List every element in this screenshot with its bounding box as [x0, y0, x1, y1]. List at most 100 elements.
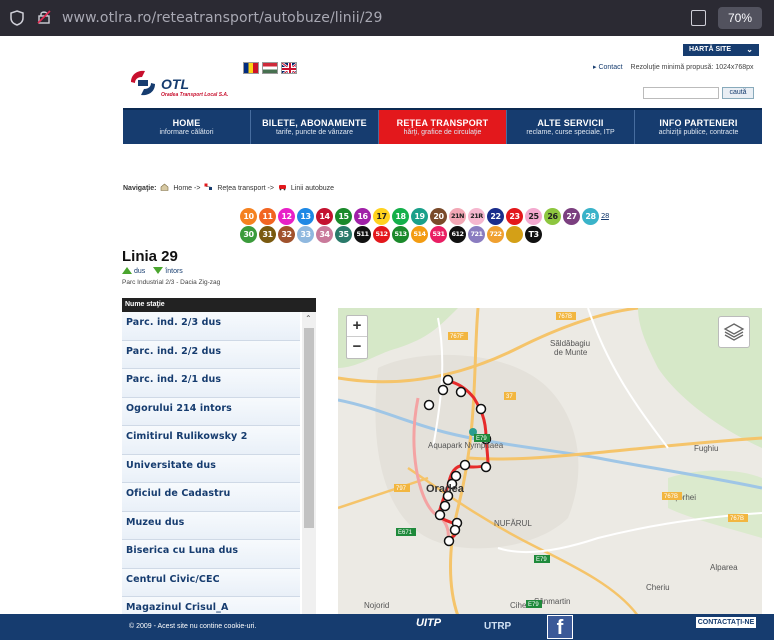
line-badge[interactable]: T3 [525, 226, 542, 243]
station-row[interactable]: Universitate dus [122, 454, 300, 483]
scroll-up-icon[interactable]: ⌃ [305, 314, 312, 323]
contact-us-button[interactable]: CONTACTAŢI-NE [696, 617, 756, 628]
utrp-logo[interactable]: UTRP [484, 621, 511, 632]
map-layers-button[interactable] [718, 316, 750, 348]
url-host: www.otlra.ro [62, 10, 152, 26]
map-road-label-text: 37 [506, 394, 513, 400]
line-badge[interactable]: 30 [240, 226, 257, 243]
nav-title: HOME [172, 118, 201, 128]
station-row[interactable]: Oficiul de Cadastru [122, 483, 300, 512]
breadcrumb-linii[interactable]: Linii autobuze [291, 185, 334, 192]
station-row[interactable]: Parc. ind. 2/1 dus [122, 369, 300, 398]
line-badge[interactable]: 23 [506, 208, 523, 225]
route-description: Parc Industrial 2/3 - Dacia Zig-zag [122, 279, 221, 286]
breadcrumb-home[interactable]: Home [173, 185, 192, 192]
line-badge[interactable]: 21N [449, 208, 466, 225]
line-badge[interactable]: 15 [335, 208, 352, 225]
line-badge[interactable]: 34 [316, 226, 333, 243]
line-badge[interactable]: 16 [354, 208, 371, 225]
uk-flag-icon[interactable] [281, 62, 297, 74]
line-badge[interactable]: 28 [582, 208, 599, 225]
line-badge[interactable]: 13 [297, 208, 314, 225]
line-badge[interactable]: 27 [563, 208, 580, 225]
romania-flag-icon[interactable] [243, 62, 259, 74]
copyright-text: © 2009 - Acest site nu contine cookie-ur… [129, 623, 257, 630]
line-badge[interactable]: 25 [525, 208, 542, 225]
search-input[interactable] [643, 87, 719, 99]
line-badge[interactable]: 17 [373, 208, 390, 225]
contact-link[interactable]: ▸ Contact [593, 64, 623, 71]
station-row[interactable]: Ogorului 214 intors [122, 397, 300, 426]
dus-link[interactable]: dus [122, 267, 145, 275]
zoom-out-button[interactable]: − [347, 337, 367, 358]
nav-retea-transport[interactable]: REŢEA TRANSPORT hărţi, grafice de circula… [379, 110, 507, 144]
nav-alte-servicii[interactable]: ALTE SERVICII reclame, curse speciale, IT… [507, 110, 635, 144]
map-road-label-text: 797 [396, 486, 407, 492]
breadcrumb-retea[interactable]: Reţea transport [217, 185, 265, 192]
search-button[interactable]: caută [722, 87, 754, 99]
line-badge[interactable]: 722 [487, 226, 504, 243]
line-badge[interactable]: 22 [487, 208, 504, 225]
resolution-note: Rezoluţie minimă propusă: 1024x768px [630, 64, 754, 71]
line-badge[interactable]: 33 [297, 226, 314, 243]
line-badge[interactable]: 531 [430, 226, 447, 243]
station-row[interactable]: Muzeu dus [122, 511, 300, 540]
station-row[interactable]: Centrul Civic/CEC [122, 568, 300, 597]
line-badge[interactable]: 20 [430, 208, 447, 225]
map-place-label: Cheriu [646, 583, 670, 592]
line-badge[interactable]: 513 [392, 226, 409, 243]
line-badge[interactable]: 32 [278, 226, 295, 243]
intors-link[interactable]: întors [153, 267, 183, 275]
line-badge[interactable] [506, 226, 523, 243]
shield-icon[interactable] [10, 10, 26, 26]
facebook-icon[interactable]: f [547, 615, 573, 639]
nav-home[interactable]: HOME informare călători [123, 110, 251, 144]
station-row[interactable]: Parc. ind. 2/2 dus [122, 340, 300, 369]
stations-list: Parc. ind. 2/3 dus Parc. ind. 2/2 dus Parc… [122, 312, 316, 616]
zoom-in-button[interactable]: + [347, 316, 367, 337]
line-link-28[interactable]: 28 [601, 208, 609, 225]
station-row[interactable]: Biserica cu Luna dus [122, 540, 300, 569]
line-badge[interactable]: 12 [278, 208, 295, 225]
stations-scrollbar[interactable]: ⌃ [302, 312, 316, 616]
line-badge[interactable]: 31 [259, 226, 276, 243]
line-badge[interactable]: 514 [411, 226, 428, 243]
map-road-label-text: E79 [476, 436, 487, 442]
line-badge[interactable]: 35 [335, 226, 352, 243]
line-badge[interactable]: 14 [316, 208, 333, 225]
otl-logo[interactable]: OTL Oradea Transport Local S.A. [128, 64, 238, 104]
harta-site-button[interactable]: HARTĂ SITE ⌄ [683, 44, 759, 56]
reader-view-icon[interactable] [691, 10, 706, 26]
insecure-lock-icon[interactable] [36, 9, 52, 25]
hungary-flag-icon[interactable] [262, 62, 278, 74]
line-badge[interactable]: 11 [259, 208, 276, 225]
stations-table: Nume staţie Parc. ind. 2/3 dus Parc. ind.… [122, 298, 316, 616]
map-zoom-control: + − [346, 315, 368, 359]
stations-header: Nume staţie [122, 298, 316, 312]
intors-label: întors [165, 268, 183, 275]
route-map[interactable]: Săldăbagiu de Munte Aquapark Nymphaea Orade… [338, 308, 762, 616]
line-badge[interactable]: 21R [468, 208, 485, 225]
nav-info-parteneri[interactable]: INFO PARTENERI achiziţii publice, contrac… [635, 110, 762, 144]
nav-bilete[interactable]: BILETE, ABONAMENTE tarife, puncte de vânz… [251, 110, 379, 144]
line-badge[interactable]: 19 [411, 208, 428, 225]
nav-title: INFO PARTENERI [659, 118, 738, 128]
station-row[interactable]: Parc. ind. 2/3 dus [122, 312, 300, 341]
line-badge[interactable]: 10 [240, 208, 257, 225]
map-canvas[interactable]: Săldăbagiude Munte Aquapark Nymphaea Orade… [338, 308, 762, 616]
nav-title: ALTE SERVICII [537, 118, 604, 128]
line-badge[interactable]: 512 [373, 226, 390, 243]
line-badge[interactable]: 18 [392, 208, 409, 225]
harta-site-label: HARTĂ SITE [689, 46, 731, 53]
line-badge[interactable]: 26 [544, 208, 561, 225]
line-badges-row-2: 30 31 32 33 34 35 511 512 513 514 531 612 721 722 T3 [240, 226, 660, 243]
line-badge[interactable]: 511 [354, 226, 371, 243]
line-badge[interactable]: 612 [449, 226, 466, 243]
uitp-logo[interactable]: UITP [416, 617, 442, 639]
zoom-level-button[interactable]: 70% [718, 7, 762, 29]
line-badge[interactable]: 721 [468, 226, 485, 243]
nav-subtitle: informare călători [159, 129, 214, 136]
scroll-thumb[interactable] [304, 328, 314, 528]
url-bar[interactable]: www.otlra.ro/reteatransport/autobuze/lin… [62, 10, 383, 26]
station-row[interactable]: Cimitirul Rulikowsky 2 [122, 426, 300, 455]
